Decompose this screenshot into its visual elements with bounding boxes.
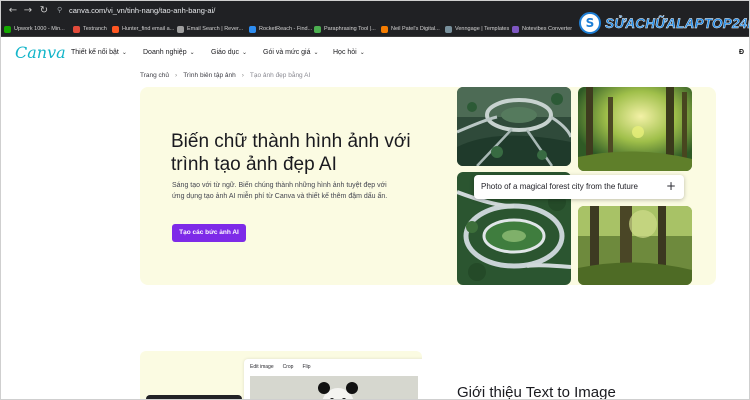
panda-image — [250, 376, 418, 399]
create-ai-images-button[interactable]: Tạo các bức ảnh AI — [172, 224, 246, 242]
email-search-icon — [177, 25, 184, 33]
nav-label: Thiết kế nổi bật — [71, 49, 119, 56]
upwork-icon — [4, 25, 11, 33]
flip-tab: Flip — [302, 364, 311, 370]
bookmark-upwork[interactable]: Upwork 1000 - Min... — [4, 24, 65, 34]
nav-label: Học hỏi — [333, 49, 357, 56]
image-editor-mockup: Edit image Crop Flip — [244, 359, 422, 399]
breadcrumb: Trang chủ › Trình biên tập ảnh › Tạo ảnh… — [140, 71, 310, 81]
back-arrow-icon[interactable]: ← — [7, 5, 19, 17]
nav-learn[interactable]: Học hỏi ⌄ — [333, 48, 365, 58]
breadcrumb-separator: › — [175, 72, 178, 79]
ai-prompt-box[interactable]: Photo of a magical forest city from the … — [474, 175, 684, 199]
nav-label: Gói và mức giá — [263, 49, 311, 56]
nav-login-link[interactable]: Đ — [739, 48, 744, 58]
site-info-icon[interactable]: ⚲ — [57, 6, 66, 15]
plus-icon[interactable]: + — [666, 179, 676, 193]
bookmark-email-search[interactable]: Email Search | Rever... — [177, 24, 243, 34]
prompt-text: Photo of a magical forest city from the … — [481, 182, 638, 191]
magical-forest-image — [578, 87, 692, 171]
nav-label: Giáo dục — [211, 49, 240, 56]
bookmark-textranch[interactable]: Textranch — [73, 24, 107, 34]
reload-icon[interactable]: ↻ — [38, 5, 50, 17]
watermark-badge: S — [579, 12, 601, 34]
edit-image-tab: Edit image — [250, 364, 274, 370]
dark-overlay-card — [146, 395, 242, 399]
bookmark-label: Paraphrasing Tool |... — [324, 26, 376, 32]
nav-business[interactable]: Doanh nghiệp ⌄ — [143, 48, 195, 58]
chevron-down-icon: ⌄ — [242, 49, 248, 56]
notevibes-icon — [512, 25, 519, 33]
bookmark-paraphrasing-tool[interactable]: Paraphrasing Tool |... — [314, 24, 376, 34]
feature-preview-card: Edit image Crop Flip — [140, 351, 422, 399]
editor-toolbar: Edit image Crop Flip — [250, 363, 320, 371]
canva-logo[interactable]: Canva — [15, 43, 66, 63]
url-text[interactable]: canva.com/vi_vn/tinh-nang/tao-anh-bang-a… — [69, 5, 215, 17]
bookmark-label: Textranch — [83, 26, 107, 32]
chevron-down-icon: ⌄ — [359, 49, 365, 56]
bookmark-hunter[interactable]: Hunter_find email a... — [112, 24, 174, 34]
bookmark-label: RocketReach - Find... — [259, 26, 313, 32]
bookmark-venngage[interactable]: Venngage | Templates — [445, 24, 509, 34]
watermark-logo: S SỬACHỮALAPTOP24h.com — [579, 9, 749, 37]
editor-canvas — [250, 376, 418, 399]
breadcrumb-current-page: Tạo ảnh đẹp bằng AI — [249, 72, 311, 79]
chevron-down-icon: ⌄ — [313, 49, 319, 56]
bookmark-rocketreach[interactable]: RocketReach - Find... — [249, 24, 312, 34]
rocketreach-icon — [249, 25, 256, 33]
ai-image-forest-trees — [578, 206, 692, 285]
chevron-down-icon: ⌄ — [121, 49, 127, 56]
bookmark-label: Hunter_find email a... — [122, 26, 175, 32]
ai-image-magical-forest — [578, 87, 692, 171]
page-title: Biến chữ thành hình ảnh với trình tạo ản… — [171, 131, 411, 175]
nav-pricing[interactable]: Gói và mức giá ⌄ — [263, 48, 319, 58]
hero-description: Sáng tạo với từ ngữ. Biến chúng thành nh… — [172, 182, 388, 200]
forward-arrow-icon[interactable]: → — [22, 5, 34, 17]
neil-patel-icon — [381, 25, 388, 33]
bookmark-label: Notevibes Converter — [522, 26, 573, 32]
paraphrasing-tool-icon — [314, 25, 321, 33]
nav-featured-designs[interactable]: Thiết kế nổi bật ⌄ — [71, 48, 127, 58]
ai-image-aerial-city — [457, 87, 571, 166]
venngage-icon — [445, 25, 452, 33]
forest-trees-image — [578, 206, 692, 285]
crop-tab: Crop — [282, 364, 294, 370]
bookmark-label: Upwork 1000 - Min... — [14, 26, 65, 32]
breadcrumb-photo-editor[interactable]: Trình biên tập ảnh — [183, 71, 236, 81]
canva-top-nav: Canva Thiết kế nổi bật ⌄ Doanh nghiệp ⌄ Gi… — [1, 38, 749, 68]
chevron-down-icon: ⌄ — [189, 49, 195, 56]
bookmark-label: Neil Patel's Digital... — [391, 26, 440, 32]
bookmark-label: Email Search | Rever... — [187, 26, 244, 32]
screenshot-frame: ← → ↻ ⚲ canva.com/vi_vn/tinh-nang/tao-an… — [0, 0, 750, 400]
bookmark-label: Venngage | Templates — [455, 26, 510, 32]
watermark-text: SỬACHỮALAPTOP24h.com — [605, 15, 749, 31]
nav-education[interactable]: Giáo dục ⌄ — [211, 48, 247, 58]
hero-section: Biến chữ thành hình ảnh với trình tạo ản… — [140, 87, 716, 285]
bookmark-notevibes[interactable]: Notevibes Converter — [512, 24, 572, 34]
breadcrumb-separator: › — [241, 72, 244, 79]
bookmark-neil-patel[interactable]: Neil Patel's Digital... — [381, 24, 440, 34]
breadcrumb-home[interactable]: Trang chủ — [140, 71, 169, 81]
section-title: Giới thiệu Text to Image — [457, 384, 616, 400]
textranch-icon — [73, 25, 80, 33]
hunter-icon — [112, 25, 119, 33]
aerial-city-image — [457, 87, 571, 166]
nav-label: Doanh nghiệp — [143, 49, 187, 56]
